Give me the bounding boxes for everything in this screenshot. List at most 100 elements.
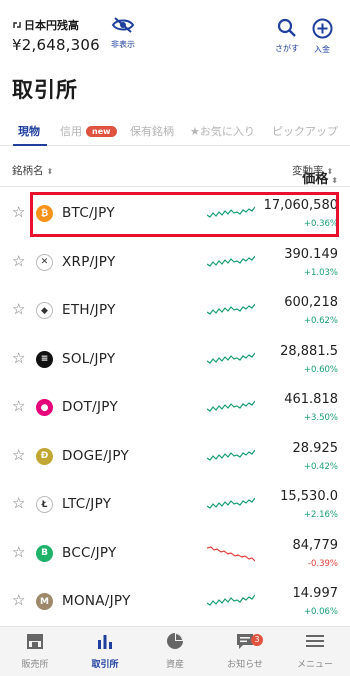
change-percent: +0.60% — [303, 364, 338, 375]
tab-favorites[interactable]: ★お気に入り — [190, 123, 255, 139]
search-button[interactable]: さがす — [270, 18, 304, 54]
nav-exchange-label: 取引所 — [91, 660, 119, 670]
pair-name: DOGE/JPY — [62, 447, 130, 464]
price-value: 390.149 — [284, 246, 338, 262]
plus-circle-icon — [312, 18, 332, 39]
app-header: 日本円残高 ¥2,648,306 非表示 さがす 入金 — [0, 0, 350, 70]
tab-margin-label: 信用 — [60, 125, 82, 138]
deposit-button[interactable]: 入金 — [305, 18, 339, 55]
sort-by-name[interactable]: 銘柄名 ⬍ — [12, 163, 53, 178]
sparkline-chart — [207, 594, 255, 606]
favorite-star-icon[interactable]: ☆ — [12, 300, 25, 318]
pair-name: LTC/JPY — [62, 496, 112, 512]
sparkline-chart — [207, 255, 255, 267]
pair-name: BCC/JPY — [62, 544, 117, 561]
price-value: 600,218 — [284, 295, 338, 310]
new-badge: new — [86, 126, 117, 137]
list-item[interactable]: ☆ B BCC/JPY 84,779 -0.39% — [0, 530, 350, 579]
nav-shop-label: 販売所 — [21, 660, 49, 670]
change-percent: +0.06% — [303, 607, 338, 617]
page-title: 取引所 — [12, 78, 78, 102]
sparkline-chart — [207, 497, 255, 509]
pair-name: DOT/JPY — [62, 399, 118, 415]
sparkline-chart — [207, 352, 255, 364]
pair-name: XRP/JPY — [62, 253, 116, 270]
sort-by-change[interactable]: 変動率 ⬍ — [292, 163, 333, 178]
sparkline-chart — [207, 400, 255, 412]
litecoin-icon: Ł — [36, 496, 53, 513]
monacoin-icon: M — [36, 593, 53, 610]
price-value: 28.925 — [292, 440, 339, 456]
ethereum-icon: ◆ — [36, 302, 53, 319]
nav-assets[interactable]: 資産 — [140, 632, 210, 670]
price-value: 28,881.5 — [280, 343, 338, 359]
sync-icon — [13, 22, 21, 28]
tab-favorites-label: ★お気に入り — [190, 125, 255, 138]
nav-menu[interactable]: メニュー — [280, 632, 350, 670]
polkadot-icon: ● — [36, 399, 53, 416]
hide-balance-button[interactable]: 非表示 — [106, 16, 140, 50]
search-label: さがす — [275, 44, 299, 53]
list-item[interactable]: ☆ ✕ XRP/JPY 390.149 +1.03% — [0, 239, 350, 288]
sort-name-label: 銘柄名 — [12, 165, 44, 177]
deposit-label: 入金 — [314, 45, 330, 54]
change-percent: +3.50% — [303, 413, 338, 423]
search-icon — [277, 18, 296, 37]
favorite-star-icon[interactable]: ☆ — [12, 591, 25, 609]
nav-notifications[interactable]: 3 お知らせ — [210, 632, 280, 670]
change-percent: +0.62% — [303, 316, 338, 326]
favorite-star-icon[interactable]: ☆ — [12, 543, 25, 561]
balance-value: ¥2,648,306 — [12, 36, 100, 54]
sort-arrow-icon: ⬍ — [326, 167, 334, 176]
nav-assets-label: 資産 — [165, 660, 184, 670]
notification-count-badge: 3 — [251, 634, 263, 646]
tab-holdings[interactable]: 保有銘柄 — [130, 123, 174, 139]
favorite-star-icon[interactable]: ☆ — [12, 349, 25, 367]
list-item[interactable]: ☆ ◆ ETH/JPY 600,218 +0.62% — [0, 287, 350, 336]
favorite-star-icon[interactable]: ☆ — [12, 252, 25, 270]
price-value: 14.997 — [292, 586, 339, 601]
balance-label: 日本円残高 — [12, 17, 79, 33]
price-value: 84,779 — [292, 537, 339, 553]
pair-name: ETH/JPY — [62, 302, 116, 318]
list-item[interactable]: ☆ Ł LTC/JPY 15,530.0 +2.16% — [0, 481, 350, 530]
nav-shop[interactable]: 販売所 — [0, 632, 70, 670]
list-item[interactable]: ☆ ≡ SOL/JPY 28,881.5 +0.60% — [0, 336, 350, 385]
bitcoin-cash-icon: B — [36, 544, 53, 562]
tab-pickup-label: ピックアップ — [272, 125, 338, 138]
bottom-navigation: 販売所 取引所 資産 3 お知らせ メニュー — [0, 626, 350, 676]
favorite-star-icon[interactable]: ☆ — [12, 494, 25, 512]
nav-exchange[interactable]: 取引所 — [70, 632, 140, 670]
list-item[interactable]: ☆ ● DOT/JPY 461.818 +3.50% — [0, 384, 350, 433]
tab-spot[interactable]: 現物 — [18, 123, 40, 139]
change-percent: +2.16% — [303, 510, 338, 520]
menu-icon — [306, 635, 324, 647]
favorite-star-icon[interactable]: ☆ — [12, 446, 25, 464]
favorite-star-icon[interactable]: ☆ — [12, 203, 25, 221]
sort-change-label: 変動率 — [292, 165, 324, 177]
list-item[interactable]: ☆ ₿ BTC/JPY 17,060,580 +0.36% — [0, 190, 350, 239]
price-value: 15,530.0 — [280, 489, 338, 504]
tab-margin[interactable]: 信用 new — [60, 123, 117, 139]
solana-icon: ≡ — [36, 350, 53, 368]
sparkline-chart — [207, 545, 255, 561]
pair-name: MONA/JPY — [62, 593, 131, 609]
pair-name: SOL/JPY — [62, 350, 116, 367]
nav-notifications-label: お知らせ — [227, 660, 263, 670]
sort-bar: 銘柄名 ⬍ 価格 ⬍ 変動率 ⬍ — [0, 160, 350, 187]
tab-pickup[interactable]: ピックアップ — [272, 123, 338, 139]
change-percent: +1.03% — [303, 267, 338, 278]
list-item[interactable]: ☆ M MONA/JPY 14.997 +0.06% — [0, 578, 350, 627]
balance-label-text: 日本円残高 — [24, 19, 79, 32]
favorite-star-icon[interactable]: ☆ — [12, 397, 25, 415]
exchange-chart-icon — [98, 635, 112, 649]
hide-balance-label: 非表示 — [111, 40, 135, 49]
active-tab-indicator — [13, 144, 47, 146]
list-item[interactable]: ☆ Đ DOGE/JPY 28.925 +0.42% — [0, 433, 350, 482]
tab-spot-label: 現物 — [18, 125, 40, 138]
eye-off-icon — [111, 17, 135, 33]
market-tabs: 現物 信用 new 保有銘柄 ★お気に入り ピックアップ — [0, 118, 350, 146]
sparkline-chart — [207, 449, 255, 461]
xrp-icon: ✕ — [36, 253, 53, 271]
highlight-box — [30, 192, 339, 237]
